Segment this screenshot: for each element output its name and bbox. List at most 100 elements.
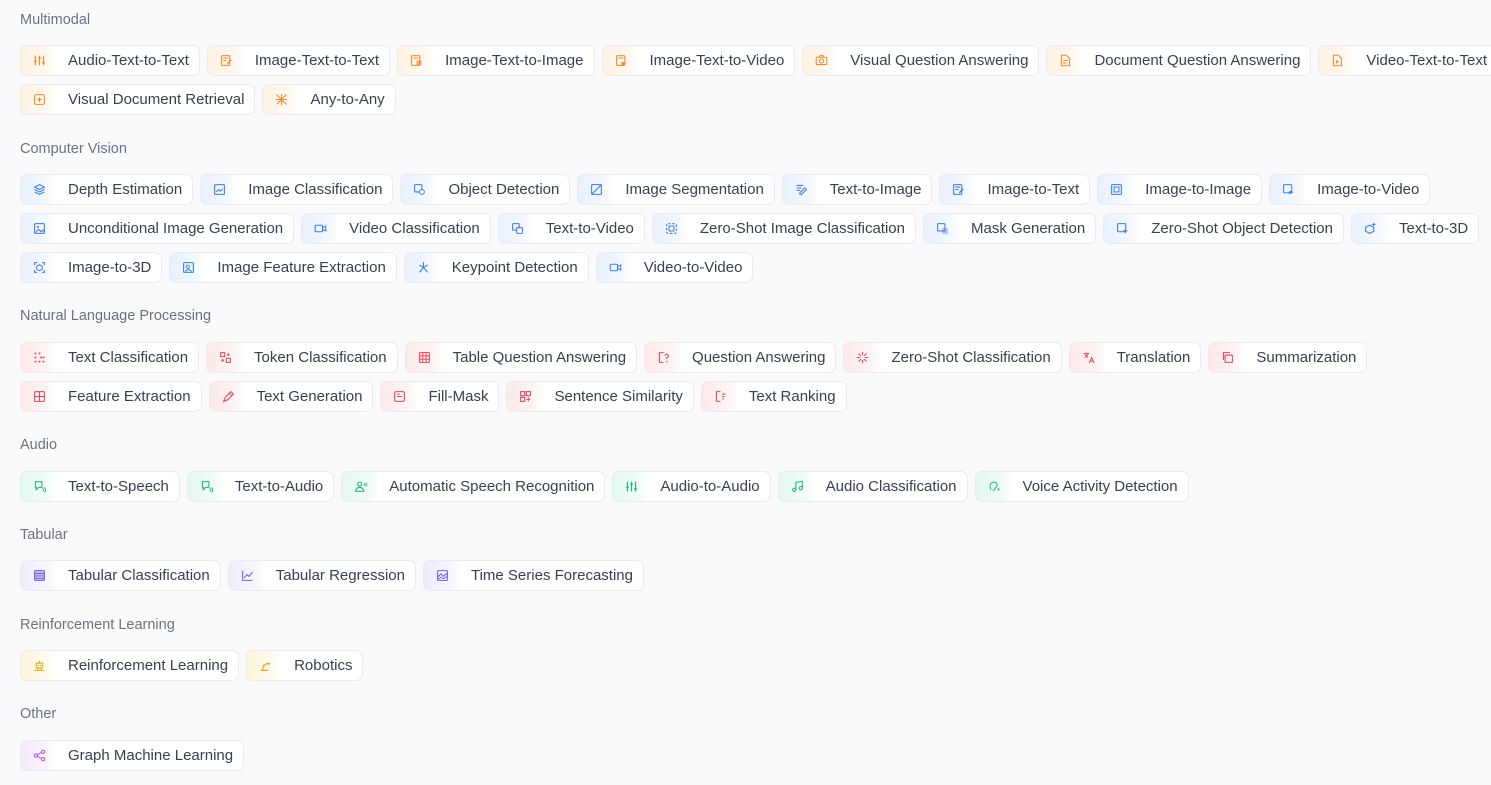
image-image-icon bbox=[1098, 175, 1136, 204]
task-chip-label: Mask Generation bbox=[970, 220, 1086, 237]
computer-vision-chip-row: Image-to-3D Image Feature Extraction Keypo… bbox=[20, 252, 754, 283]
task-chip-table-question-answering[interactable]: Table Question Answering bbox=[404, 342, 638, 373]
task-chip-image-to-text[interactable]: Image-to-Text bbox=[939, 174, 1091, 205]
task-chip-text-to-speech[interactable]: Text-to-Speech bbox=[20, 471, 180, 502]
task-chip-image-to-image[interactable]: Image-to-Image bbox=[1097, 174, 1263, 205]
task-chip-label: Question Answering bbox=[692, 349, 826, 366]
task-chip-mask-generation[interactable]: Mask Generation bbox=[922, 213, 1097, 244]
section-title-multimodal: Multimodal bbox=[20, 12, 91, 28]
text-image-icon bbox=[782, 175, 820, 204]
person-icon bbox=[342, 472, 380, 501]
task-chip-image-classification[interactable]: Image Classification bbox=[200, 174, 394, 205]
task-chip-audio-classification[interactable]: Audio Classification bbox=[777, 471, 968, 502]
feature-extract-icon bbox=[170, 253, 208, 282]
task-chip-depth-estimation[interactable]: Depth Estimation bbox=[20, 174, 194, 205]
task-chip-video-to-video[interactable]: Video-to-Video bbox=[595, 252, 754, 283]
natural-language-processing-chip-row: Feature Extraction Text Generation Fill-Ma… bbox=[20, 381, 847, 412]
task-chip-text-classification[interactable]: Text Classification bbox=[20, 342, 200, 373]
task-chip-label: Any-to-Any bbox=[310, 91, 385, 108]
task-chip-translation[interactable]: Translation bbox=[1068, 342, 1202, 373]
task-chip-reinforcement-learning[interactable]: Reinforcement Learning bbox=[20, 650, 240, 681]
task-chip-label: Depth Estimation bbox=[68, 181, 183, 198]
dots-icon bbox=[21, 343, 58, 372]
task-chip-label: Image-to-3D bbox=[68, 259, 152, 276]
keypoint-icon bbox=[404, 253, 442, 282]
task-chip-audio-to-audio[interactable]: Audio-to-Audio bbox=[612, 471, 771, 502]
robot-icon bbox=[21, 651, 58, 680]
layers-icon bbox=[21, 175, 58, 204]
section-title-natural-language-processing: Natural Language Processing bbox=[20, 308, 212, 324]
task-chip-visual-question-answering[interactable]: Visual Question Answering bbox=[802, 45, 1040, 76]
task-chip-label: Text-to-3D bbox=[1398, 220, 1469, 237]
task-chip-image-to-video[interactable]: Image-to-Video bbox=[1269, 174, 1431, 205]
grid-icon bbox=[21, 382, 58, 411]
task-chip-text-generation[interactable]: Text Generation bbox=[208, 381, 374, 412]
task-chip-label: Image-to-Video bbox=[1317, 181, 1420, 198]
line-chart-icon bbox=[228, 561, 266, 590]
task-chip-label: Image-Text-to-Text bbox=[254, 52, 380, 69]
image-text-icon bbox=[940, 175, 978, 204]
task-chip-audio-text-to-text[interactable]: Audio-Text-to-Text bbox=[20, 45, 200, 76]
task-chip-label: Tabular Classification bbox=[68, 567, 210, 584]
task-chip-label: Image-to-Text bbox=[987, 181, 1080, 198]
task-chip-robotics[interactable]: Robotics bbox=[246, 650, 364, 681]
retrieval-icon bbox=[21, 85, 58, 114]
task-chip-video-classification[interactable]: Video Classification bbox=[301, 213, 491, 244]
ranking-icon bbox=[701, 382, 739, 411]
camera-icon bbox=[803, 46, 841, 75]
task-chip-label: Document Question Answering bbox=[1094, 52, 1301, 69]
audio-chip-row: Text-to-Speech Text-to-Audio Automatic Spe… bbox=[20, 471, 1189, 502]
task-chip-text-to-image[interactable]: Text-to-Image bbox=[781, 174, 933, 205]
multimodal-chip-row: Visual Document Retrieval Any-to-Any bbox=[20, 84, 396, 115]
task-chip-text-to-audio[interactable]: Text-to-Audio bbox=[186, 471, 335, 502]
task-chip-graph-machine-learning[interactable]: Graph Machine Learning bbox=[20, 740, 245, 771]
task-chip-zero-shot-object-detection[interactable]: Zero-Shot Object Detection bbox=[1103, 213, 1344, 244]
task-chip-label: Time Series Forecasting bbox=[470, 567, 633, 584]
task-chip-label: Robotics bbox=[294, 657, 353, 674]
task-chip-zero-shot-image-classification[interactable]: Zero-Shot Image Classification bbox=[651, 213, 916, 244]
task-chip-automatic-speech-recognition[interactable]: Automatic Speech Recognition bbox=[341, 471, 606, 502]
task-chip-unconditional-image-generation[interactable]: Unconditional Image Generation bbox=[20, 213, 295, 244]
task-chip-visual-document-retrieval[interactable]: Visual Document Retrieval bbox=[20, 84, 256, 115]
task-chip-tabular-regression[interactable]: Tabular Regression bbox=[227, 560, 416, 591]
task-chip-image-text-to-video[interactable]: Image-Text-to-Video bbox=[601, 45, 796, 76]
task-chip-document-question-answering[interactable]: Document Question Answering bbox=[1046, 45, 1312, 76]
task-chip-image-text-to-text[interactable]: Image-Text-to-Text bbox=[206, 45, 391, 76]
task-chip-feature-extraction[interactable]: Feature Extraction bbox=[20, 381, 202, 412]
task-chip-label: Zero-Shot Object Detection bbox=[1151, 220, 1333, 237]
question-icon bbox=[645, 343, 683, 372]
task-chip-keypoint-detection[interactable]: Keypoint Detection bbox=[403, 252, 589, 283]
task-chip-summarization[interactable]: Summarization bbox=[1208, 342, 1368, 373]
image-classify-icon bbox=[201, 175, 239, 204]
task-chip-image-segmentation[interactable]: Image Segmentation bbox=[577, 174, 775, 205]
task-chip-label: Tabular Regression bbox=[275, 567, 405, 584]
task-chip-fill-mask[interactable]: Fill-Mask bbox=[380, 381, 500, 412]
task-chip-text-ranking[interactable]: Text Ranking bbox=[700, 381, 847, 412]
task-chip-any-to-any[interactable]: Any-to-Any bbox=[262, 84, 396, 115]
task-chip-label: Zero-Shot Classification bbox=[891, 349, 1051, 366]
task-chip-zero-shot-classification[interactable]: Zero-Shot Classification bbox=[843, 342, 1062, 373]
task-chip-time-series-forecasting[interactable]: Time Series Forecasting bbox=[422, 560, 644, 591]
task-chip-image-to-3d[interactable]: Image-to-3D bbox=[20, 252, 163, 283]
cube-plus-icon bbox=[1351, 214, 1389, 243]
task-chip-label: Text-to-Speech bbox=[68, 478, 169, 495]
task-chip-text-to-3d[interactable]: Text-to-3D bbox=[1350, 213, 1480, 244]
pen-icon bbox=[209, 382, 247, 411]
task-chip-video-text-to-text[interactable]: Video-Text-to-Text bbox=[1318, 45, 1491, 76]
task-chip-token-classification[interactable]: Token Classification bbox=[206, 342, 398, 373]
task-chip-voice-activity-detection[interactable]: Voice Activity Detection bbox=[974, 471, 1189, 502]
task-chip-label: Image Classification bbox=[248, 181, 383, 198]
copy-icon bbox=[1209, 343, 1247, 372]
task-chip-text-to-video[interactable]: Text-to-Video bbox=[497, 213, 645, 244]
zero-shot-object-icon bbox=[1104, 214, 1142, 243]
task-chip-image-text-to-image[interactable]: Image-Text-to-Image bbox=[397, 45, 595, 76]
task-chip-sentence-similarity[interactable]: Sentence Similarity bbox=[506, 381, 694, 412]
computer-vision-chip-row: Depth Estimation Image Classification Obje… bbox=[20, 174, 1431, 205]
video-classify-icon bbox=[302, 214, 340, 243]
task-chip-object-detection[interactable]: Object Detection bbox=[400, 174, 571, 205]
zero-shot-icon bbox=[844, 343, 882, 372]
task-chip-tabular-classification[interactable]: Tabular Classification bbox=[20, 560, 221, 591]
task-chip-label: Audio-Text-to-Text bbox=[68, 52, 189, 69]
task-chip-image-feature-extraction[interactable]: Image Feature Extraction bbox=[169, 252, 397, 283]
task-chip-question-answering[interactable]: Question Answering bbox=[644, 342, 837, 373]
